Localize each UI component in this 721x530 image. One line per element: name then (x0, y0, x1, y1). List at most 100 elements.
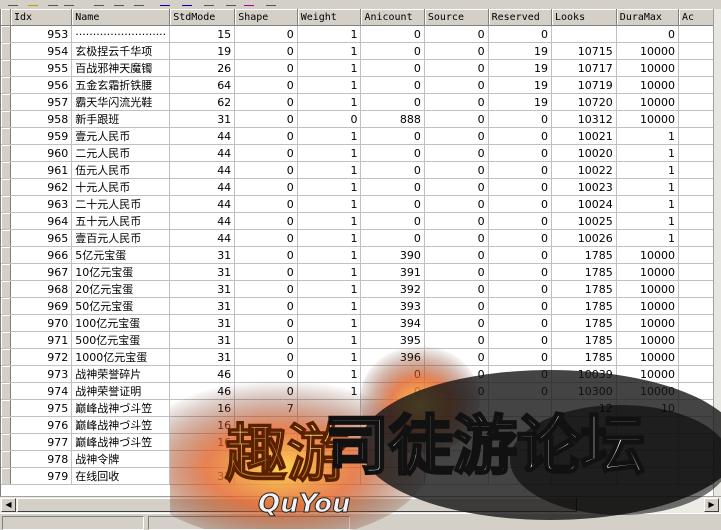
cell-ac[interactable] (678, 433, 714, 451)
cell-reserved[interactable]: 19 (488, 93, 553, 111)
cell-weight[interactable]: 1 (297, 297, 362, 315)
cell-weight[interactable] (297, 416, 362, 434)
cell-stdmode[interactable]: 16 (169, 416, 236, 434)
cell-anicount[interactable]: 390 (360, 246, 425, 264)
cell-name[interactable]: 20亿元宝蛋 (71, 280, 171, 298)
cell-shape[interactable]: 0 (234, 382, 298, 400)
cell-looks[interactable] (551, 467, 617, 485)
cell-shape[interactable] (234, 450, 298, 468)
cell-shape[interactable]: 0 (234, 144, 298, 162)
row-indicator[interactable] (1, 25, 11, 43)
cell-anicount[interactable]: 0 (360, 59, 425, 77)
cell-duramax[interactable] (616, 450, 679, 468)
cell-weight[interactable]: 1 (297, 178, 362, 196)
row-indicator[interactable] (1, 144, 11, 162)
cell-source[interactable]: 0 (424, 195, 489, 213)
cell-stdmode[interactable]: 46 (169, 365, 236, 383)
table-row[interactable]: 963 二十元人民币 44 0 1 0 0 0 10024 1 (1, 195, 714, 213)
cell-idx[interactable]: 970 (10, 314, 73, 332)
cell-name[interactable]: 壹元人民币 (71, 127, 171, 145)
cell-name[interactable]: 五十元人民币 (71, 212, 171, 230)
row-indicator[interactable] (1, 127, 11, 145)
cell-anicount[interactable]: 0 (360, 76, 425, 94)
cell-anicount[interactable] (360, 416, 425, 434)
cell-idx[interactable]: 965 (10, 229, 73, 247)
cell-reserved[interactable] (488, 450, 553, 468)
cell-weight[interactable]: 1 (297, 263, 362, 281)
cell-stdmode[interactable] (169, 450, 236, 468)
cell-anicount[interactable] (360, 433, 425, 451)
cell-stdmode[interactable]: 31 (169, 110, 236, 128)
cell-anicount[interactable]: 0 (360, 212, 425, 230)
cell-name[interactable]: 百战邪神天魔镯 (71, 59, 171, 77)
cell-stdmode[interactable]: 62 (169, 93, 236, 111)
cell-ac[interactable] (678, 212, 714, 230)
cell-reserved[interactable] (488, 399, 553, 417)
cell-weight[interactable]: 1 (297, 59, 362, 77)
cell-source[interactable]: 0 (424, 314, 489, 332)
row-indicator[interactable] (1, 93, 11, 111)
column-header[interactable]: Anicount (360, 9, 425, 26)
cell-name[interactable]: 5亿元宝蛋 (71, 246, 171, 264)
row-indicator[interactable] (1, 450, 11, 468)
cell-shape[interactable]: 0 (234, 178, 298, 196)
cell-looks[interactable]: 10719 (551, 76, 617, 94)
cell-name[interactable]: 伍元人民币 (71, 161, 171, 179)
cell-ac[interactable] (678, 331, 714, 349)
table-row[interactable]: 973 战神荣誉碎片 46 0 1 0 0 0 10039 10000 (1, 365, 714, 383)
cell-ac[interactable] (678, 25, 714, 43)
cell-shape[interactable]: 0 (234, 331, 298, 349)
cell-stdmode[interactable]: 44 (169, 178, 236, 196)
cell-anicount[interactable]: 0 (360, 144, 425, 162)
cell-name[interactable]: ·························· (71, 25, 171, 43)
cell-weight[interactable]: 1 (297, 348, 362, 366)
cell-ac[interactable] (678, 365, 714, 383)
cell-source[interactable]: 0 (424, 280, 489, 298)
cell-source[interactable]: 0 (424, 212, 489, 230)
cell-anicount[interactable]: 0 (360, 127, 425, 145)
cell-ac[interactable] (678, 467, 714, 485)
table-row[interactable]: 974 战神荣誉证明 46 0 1 0 0 0 10300 10000 (1, 382, 714, 400)
row-indicator[interactable] (1, 195, 11, 213)
row-indicator[interactable] (1, 382, 11, 400)
cell-name[interactable]: 壹百元人民币 (71, 229, 171, 247)
cell-source[interactable] (424, 467, 489, 485)
cell-stdmode[interactable]: 31 (169, 263, 236, 281)
table-row[interactable]: 962 十元人民币 44 0 1 0 0 0 10023 1 (1, 178, 714, 196)
cell-reserved[interactable]: 0 (488, 280, 553, 298)
data-grid[interactable]: Idx Name StdMode Shape Weight Anicount Source R… (0, 9, 714, 496)
cell-weight[interactable] (297, 450, 362, 468)
column-header[interactable]: Ac (678, 9, 714, 26)
cell-name[interactable]: 战神荣誉证明 (71, 382, 171, 400)
cell-idx[interactable]: 963 (10, 195, 73, 213)
cell-ac[interactable] (678, 450, 714, 468)
cell-looks[interactable]: 10022 (551, 161, 617, 179)
cell-idx[interactable]: 958 (10, 110, 73, 128)
cell-reserved[interactable]: 19 (488, 59, 553, 77)
cell-looks[interactable]: 10720 (551, 93, 617, 111)
cell-name[interactable]: 二十元人民币 (71, 195, 171, 213)
cell-duramax[interactable]: 10000 (616, 246, 679, 264)
cell-ac[interactable] (678, 195, 714, 213)
cell-duramax[interactable]: 1 (616, 229, 679, 247)
table-row[interactable]: 953 ·························· 15 0 1 0 0 0 0 (1, 25, 714, 43)
table-row[interactable]: 979 在线回收 31 (1, 467, 714, 485)
cell-reserved[interactable]: 0 (488, 314, 553, 332)
cell-shape[interactable]: 0 (234, 280, 298, 298)
row-indicator[interactable] (1, 416, 11, 434)
toolbar-button-icon[interactable] (28, 0, 38, 6)
cell-shape[interactable]: 0 (234, 297, 298, 315)
vertical-scrollbar[interactable] (713, 9, 721, 496)
cell-idx[interactable]: 968 (10, 280, 73, 298)
cell-reserved[interactable]: 0 (488, 331, 553, 349)
cell-idx[interactable]: 978 (10, 450, 73, 468)
toolbar-button-icon[interactable] (160, 0, 170, 6)
cell-ac[interactable] (678, 127, 714, 145)
cell-stdmode[interactable]: 44 (169, 195, 236, 213)
cell-ac[interactable] (678, 178, 714, 196)
cell-ac[interactable] (678, 93, 714, 111)
cell-idx[interactable]: 976 (10, 416, 73, 434)
cell-shape[interactable]: 0 (234, 365, 298, 383)
cell-looks[interactable]: 10715 (551, 42, 617, 60)
cell-weight[interactable] (297, 433, 362, 451)
